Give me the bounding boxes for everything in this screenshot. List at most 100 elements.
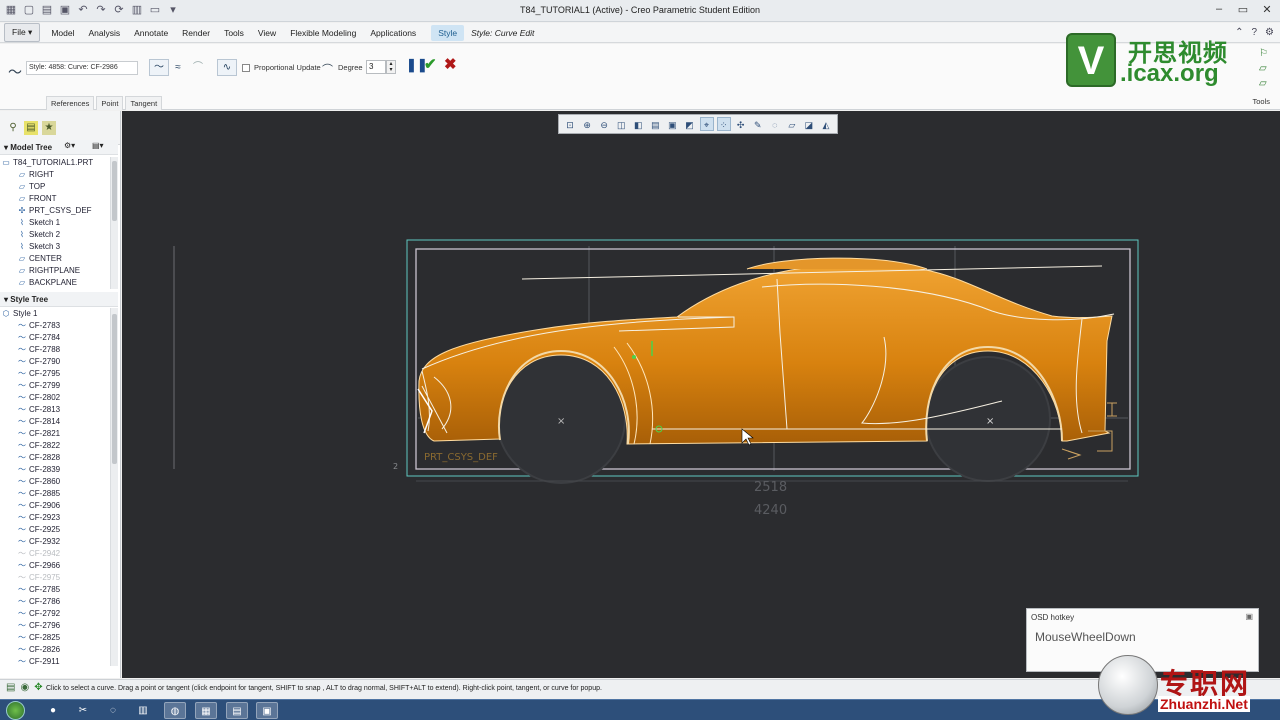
taskbar-app-icon-2[interactable]: ✂ [72,702,94,719]
close-icon[interactable]: ✕ [1260,3,1274,16]
style-tree-curve-item[interactable]: 〜 CF-2821 [0,428,108,440]
tab-annotate[interactable]: Annotate [127,25,175,41]
style-tree-curve-item[interactable]: 〜 CF-2792 [0,608,108,620]
tab-style-curve-edit[interactable]: Style: Curve Edit [464,25,541,41]
taskbar-browser-icon[interactable]: ◍ [164,702,186,719]
csys-display-icon[interactable]: ✣ [734,117,748,131]
style-tree-curve-item[interactable]: 〜 CF-2822 [0,440,108,452]
tab-analysis[interactable]: Analysis [81,25,127,41]
proportional-update-checkbox[interactable] [242,64,250,72]
style-tree-curve-item[interactable]: 〜 CF-2923 [0,512,108,524]
tab-tools[interactable]: Tools [217,25,251,41]
dimension-4240[interactable]: 4240 [754,503,787,518]
style-tree-root[interactable]: ⬡ Style 1 [0,308,108,320]
perspective-icon[interactable]: ◩ [682,117,696,131]
model-tree-item[interactable]: ▱ CENTER [0,253,108,265]
model-tree-item[interactable]: ▱ TOP [0,181,108,193]
tab-model[interactable]: Model [44,25,81,41]
view-manager-icon[interactable]: ▣ [665,117,679,131]
taskbar-folder-icon[interactable]: ▤ [226,702,248,719]
model-tree-header[interactable]: ▾ Model Tree ⚙▾ ▤▾ [0,140,118,155]
model-tree-item[interactable]: ▭ T84_TUTORIAL1.PRT [0,157,108,169]
model-tree-item[interactable]: ▱ RIGHTPLANE [0,265,108,277]
model-tree-item[interactable]: ⌇ Sketch 2 [0,229,108,241]
model-tree-scrollbar[interactable] [110,157,118,289]
style-tree-curve-item[interactable]: 〜 CF-2932 [0,536,108,548]
model-tree-item[interactable]: ▱ RIGHT [0,169,108,181]
style-tree-curve-item[interactable]: 〜 CF-2839 [0,464,108,476]
model-tree-tab-icon[interactable]: ⚲ [6,121,20,135]
style-tree-curve-item[interactable]: 〜 CF-2825 [0,632,108,644]
tab-applications[interactable]: Applications [363,25,423,41]
style-tree-curve-item[interactable]: 〜 CF-2783 [0,320,108,332]
zoom-out-icon[interactable]: ⊖ [597,117,611,131]
style-tree-curve-item[interactable]: 〜 CF-2860 [0,476,108,488]
style-tree-curve-item[interactable]: 〜 CF-2911 [0,656,108,668]
style-tree-curve-item[interactable]: 〜 CF-2826 [0,644,108,656]
cancel-button[interactable]: ✖ [444,55,457,73]
repaint-icon[interactable]: ◫ [614,117,628,131]
folder-browser-icon[interactable]: ▤ [24,121,38,135]
style-tree-curve-item[interactable]: 〜 CF-2925 [0,524,108,536]
style-tree-curve-item[interactable]: 〜 CF-2975 [0,572,108,584]
style-tree-curve-item[interactable]: 〜 CF-2966 [0,560,108,572]
tab-style[interactable]: Style [431,24,465,41]
free-curve-button[interactable]: 〜 [149,59,169,76]
model-tree-item[interactable]: ⌇ Sketch 3 [0,241,108,253]
tool-icon-3[interactable]: ▱ [1259,78,1268,89]
style-tree-scrollbar[interactable] [110,308,118,666]
style-tree-curve-item[interactable]: 〜 CF-2813 [0,404,108,416]
tab-render[interactable]: Render [175,25,217,41]
options-icon[interactable]: ⚙ [1265,27,1274,38]
plane-display-icon[interactable]: ▱ [785,117,799,131]
datum-display-icon[interactable]: ⌖ [699,117,714,131]
help-icon[interactable]: ? [1251,27,1257,38]
degree-stepper[interactable]: ▴ ▾ [386,60,396,74]
style-tree-curve-item[interactable]: 〜 CF-2942 [0,548,108,560]
start-button[interactable] [6,701,25,720]
tool-icon-1[interactable]: ⚐ [1259,48,1268,59]
spin-center-icon[interactable]: ◌ [768,117,782,131]
zoom-in-icon[interactable]: ⊕ [580,117,594,131]
saved-views-icon[interactable]: ▤ [648,117,662,131]
style-tree-curve-item[interactable]: 〜 CF-2785 [0,584,108,596]
maximize-icon[interactable]: ▭ [1236,3,1250,16]
style-tree-curve-item[interactable]: 〜 CF-2802 [0,392,108,404]
subtab-point[interactable]: Point [96,96,124,110]
minimize-icon[interactable]: – [1212,3,1226,16]
tab-flexible-modeling[interactable]: Flexible Modeling [283,25,363,41]
osd-close-icon[interactable]: ▣ [1245,612,1253,621]
tool-icon-2[interactable]: ▱ [1259,63,1268,74]
taskbar-app-icon-3[interactable]: ◌ [102,702,124,719]
subtab-tangent[interactable]: Tangent [125,96,163,110]
style-tree-curve-item[interactable]: 〜 CF-2799 [0,380,108,392]
model-view[interactable]: × × 2 PRT_CSYS_DEF 2518 4240 [122,111,1280,678]
style-tree-curve-item[interactable]: 〜 CF-2795 [0,368,108,380]
point-display-icon[interactable]: ⁘ [716,117,731,131]
ok-button[interactable]: ✔ [424,55,437,73]
layers-icon[interactable]: ◪ [802,117,816,131]
graphics-window[interactable]: × × 2 PRT_CSYS_DEF 2518 4240 ⊡ ⊕ ⊖ ◫ ◧ ▤… [122,111,1280,678]
collapse-icon[interactable]: ▾ [4,295,8,304]
annotation-display-icon[interactable]: ✎ [751,117,765,131]
favorites-icon[interactable]: ★ [42,121,56,135]
section-icon[interactable]: ◭ [819,117,833,131]
minimize-ribbon-icon[interactable]: ⌃ [1235,27,1243,38]
style-tree-curve-item[interactable]: 〜 CF-2784 [0,332,108,344]
taskbar-recorder-icon[interactable]: ▣ [256,702,278,719]
style-tree-header[interactable]: ▾ Style Tree [0,292,118,307]
taskbar-app-icon-4[interactable]: ▥ [132,702,154,719]
style-tree-curve-item[interactable]: 〜 CF-2885 [0,488,108,500]
tree-filter-icon[interactable]: ▤▾ [92,141,104,150]
degree-input[interactable]: 3 [366,60,386,74]
navigator-toggle-icon[interactable]: ▤ [6,682,15,693]
browser-toggle-icon[interactable]: ◉ [20,682,29,693]
subtab-references[interactable]: References [46,96,95,110]
style-tree-curve-item[interactable]: 〜 CF-2906 [0,500,108,512]
control-point-2[interactable] [632,355,636,359]
curve-reference-field[interactable]: Style: 4858: Curve: CF-2986 [26,61,138,75]
style-tree-curve-item[interactable]: 〜 CF-2786 [0,596,108,608]
collapse-icon[interactable]: ▾ [4,143,8,152]
model-tree-item[interactable]: ✣ PRT_CSYS_DEF [0,205,108,217]
tab-file[interactable]: File ▾ [4,23,41,42]
